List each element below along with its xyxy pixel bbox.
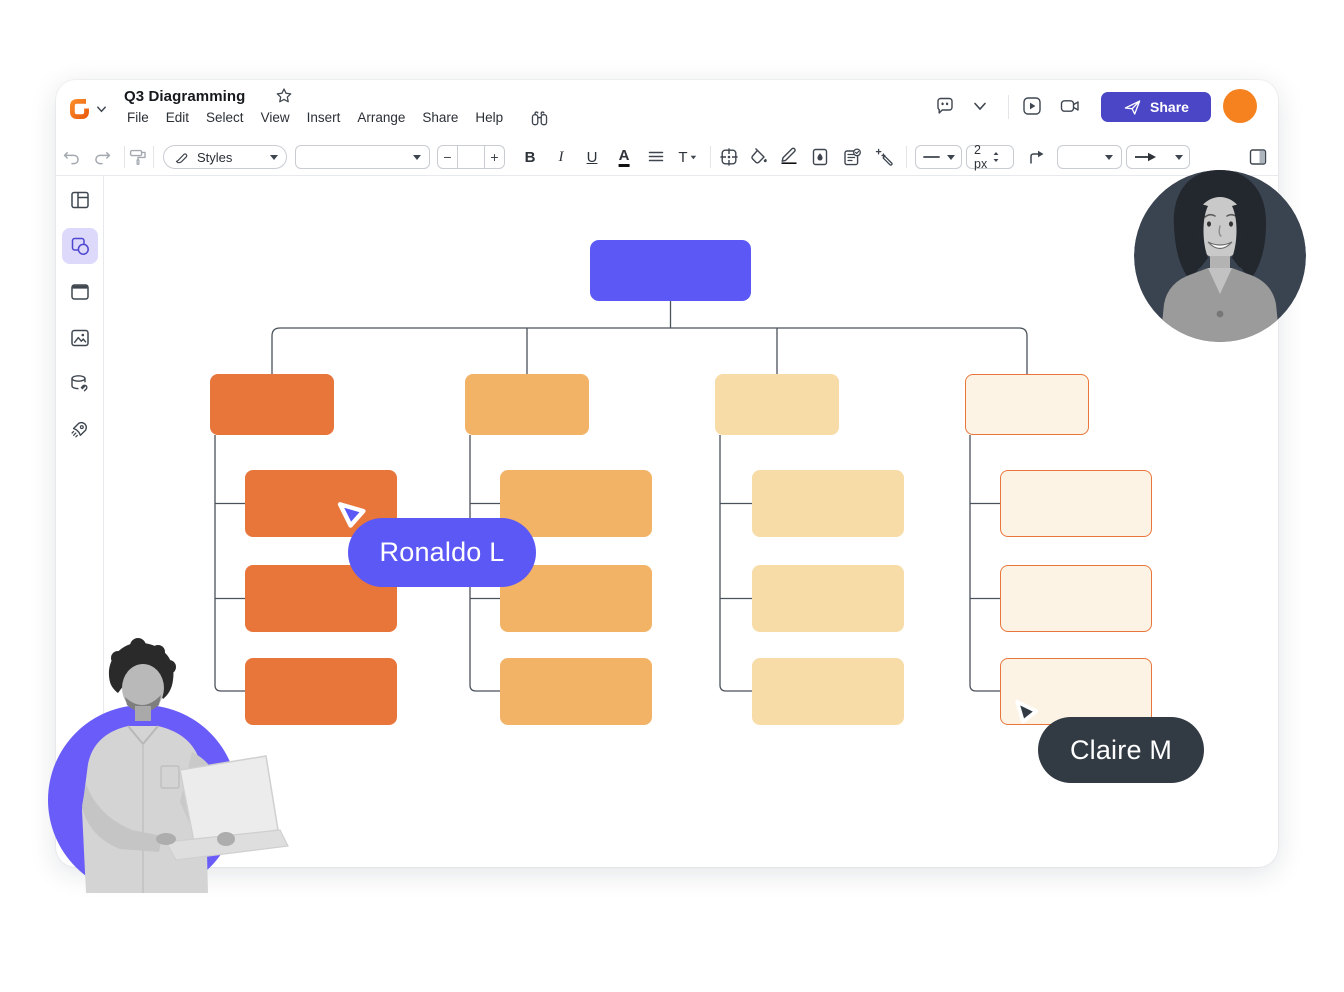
org-node[interactable] [752,470,904,537]
collaborator-name: Claire M [1070,735,1172,766]
collaborator-label: Claire M [1038,717,1204,783]
org-node[interactable] [1000,565,1152,632]
cursor-pointer-icon [1011,697,1041,727]
org-node[interactable] [210,374,334,435]
org-node[interactable] [965,374,1089,435]
page: Q3 Diagramming File Edit Select View Ins… [0,0,1344,992]
org-node[interactable] [752,658,904,725]
collaborator-name: Ronaldo L [380,537,505,568]
org-chart-root-node[interactable] [590,240,751,301]
org-node[interactable] [1000,470,1152,537]
woman-avatar-photo [1130,162,1312,344]
org-node[interactable] [465,374,589,435]
man-with-laptop-photo [40,634,290,896]
org-node[interactable] [752,565,904,632]
org-node[interactable] [500,658,652,725]
collaborator-label: Ronaldo L [348,518,536,587]
org-node[interactable] [715,374,839,435]
